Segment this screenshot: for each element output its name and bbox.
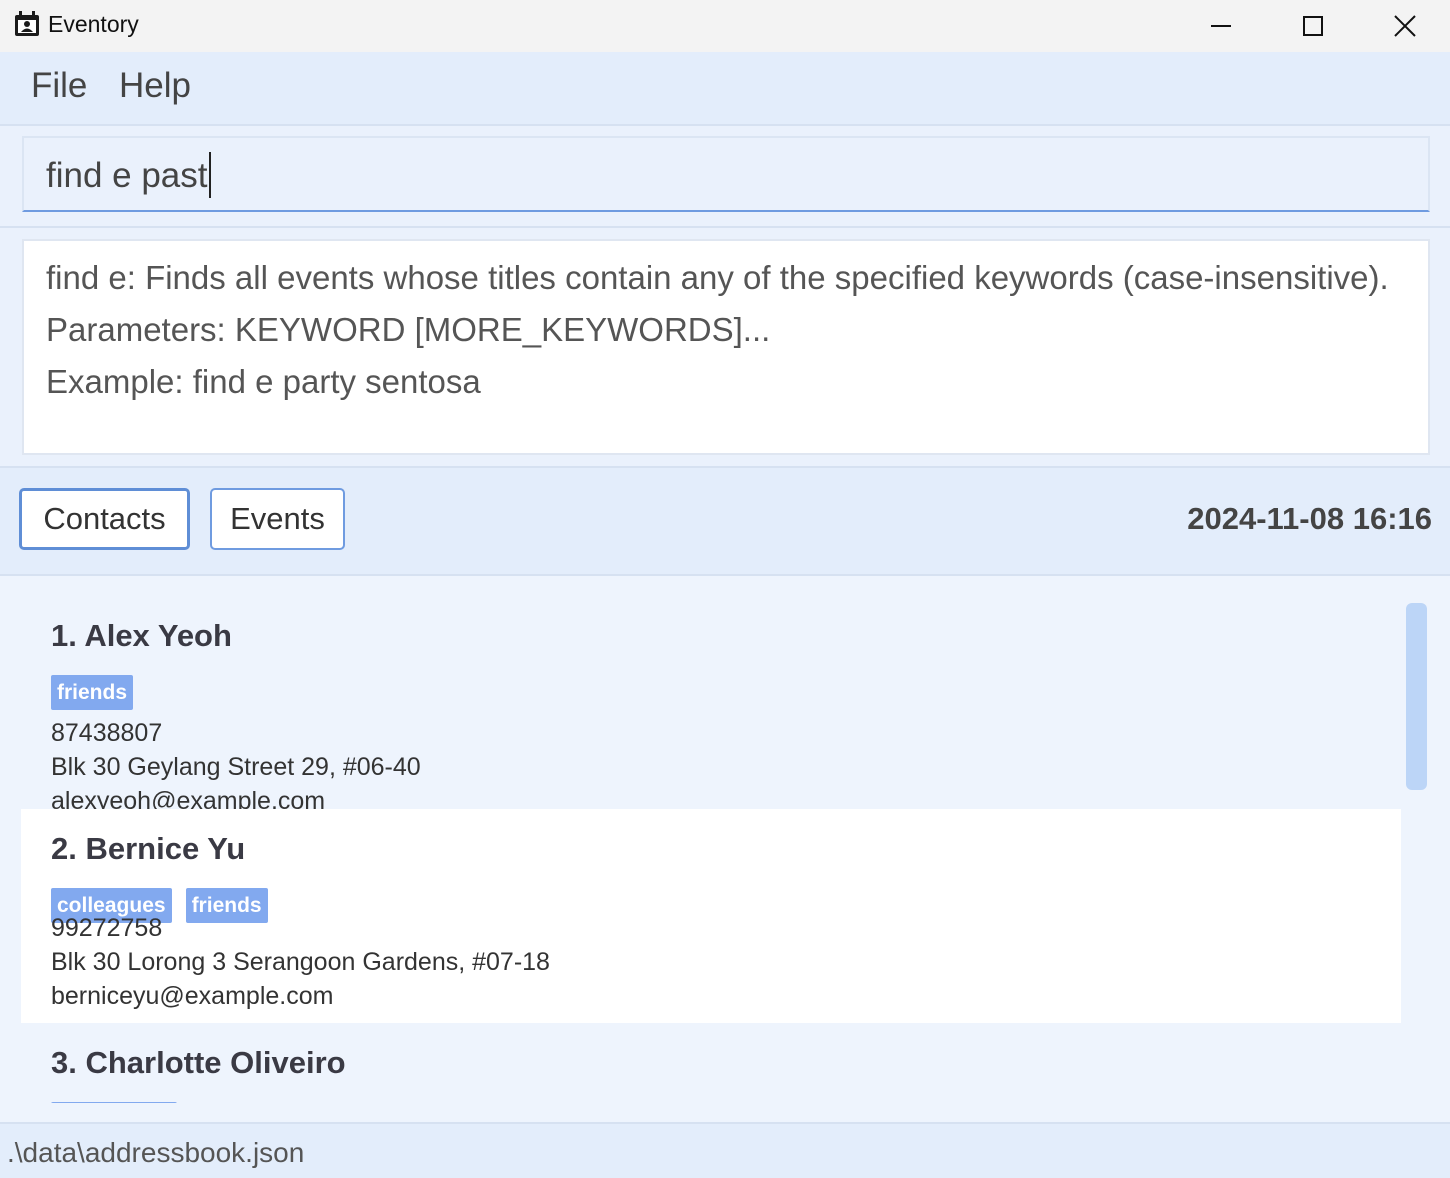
result-line: Parameters: KEYWORD [MORE_KEYWORDS]...: [46, 311, 771, 348]
tag-list: friends: [51, 675, 134, 710]
contact-name: 1. Alex Yeoh: [51, 618, 232, 653]
contact-address: Blk 30 Geylang Street 29, #06-40: [51, 753, 421, 781]
result-display: find e: Finds all events whose titles co…: [22, 239, 1430, 455]
command-area: find e past: [0, 126, 1450, 228]
text-caret: [208, 151, 211, 198]
contact-name: 2. Bernice Yu: [51, 831, 246, 866]
calendar-person-icon: [15, 11, 39, 36]
result-line: Example: find e party sentosa: [46, 363, 481, 400]
contact-list[interactable]: 1. Alex Yeoh friends 87438807 Blk 30 Gey…: [0, 576, 1450, 1122]
minimize-icon: [1211, 25, 1231, 27]
close-button[interactable]: [1359, 0, 1450, 52]
status-bar: .\data\addressbook.json: [0, 1122, 1450, 1178]
contact-email: berniceyu@example.com: [51, 982, 334, 1010]
title-bar: Eventory: [0, 0, 1450, 52]
contact-card[interactable]: 3. Charlotte Oliveiro neighbours: [21, 1023, 1401, 1103]
save-file-path: .\data\addressbook.json: [7, 1137, 305, 1168]
maximize-button[interactable]: [1267, 0, 1359, 52]
tag-list: neighbours: [51, 1102, 178, 1103]
contact-address: Blk 30 Lorong 3 Serangoon Gardens, #07-1…: [51, 948, 550, 976]
command-input-value: find e past: [46, 156, 208, 195]
tag: friends: [185, 888, 268, 923]
close-icon: [1394, 15, 1416, 37]
scrollbar-thumb[interactable]: [1406, 603, 1427, 790]
contact-card[interactable]: 1. Alex Yeoh friends 87438807 Blk 30 Gey…: [21, 596, 1401, 815]
maximize-icon: [1303, 16, 1323, 36]
menu-bar: File Help: [0, 52, 1450, 126]
tag: friends: [51, 675, 134, 710]
current-datetime: 2024-11-08 16:16: [1187, 501, 1432, 536]
contact-phone: 99272758: [51, 914, 163, 942]
contact-name: 3. Charlotte Oliveiro: [51, 1045, 346, 1080]
menu-help[interactable]: Help: [119, 66, 191, 106]
contacts-tab-button[interactable]: Contacts: [19, 488, 190, 550]
events-tab-button[interactable]: Events: [210, 488, 345, 550]
result-area: find e: Finds all events whose titles co…: [0, 228, 1450, 468]
minimize-button[interactable]: [1175, 0, 1267, 52]
contact-card[interactable]: 2. Bernice Yu colleagues friends 9927275…: [21, 809, 1401, 1023]
contact-phone: 87438807: [51, 719, 163, 747]
window-title: Eventory: [48, 11, 139, 37]
menu-file[interactable]: File: [31, 66, 87, 106]
result-line: find e: Finds all events whose titles co…: [46, 259, 1389, 296]
tag: neighbours: [51, 1102, 178, 1103]
view-toolbar: Contacts Events 2024-11-08 16:16: [0, 468, 1450, 576]
command-input[interactable]: find e past: [22, 136, 1430, 212]
